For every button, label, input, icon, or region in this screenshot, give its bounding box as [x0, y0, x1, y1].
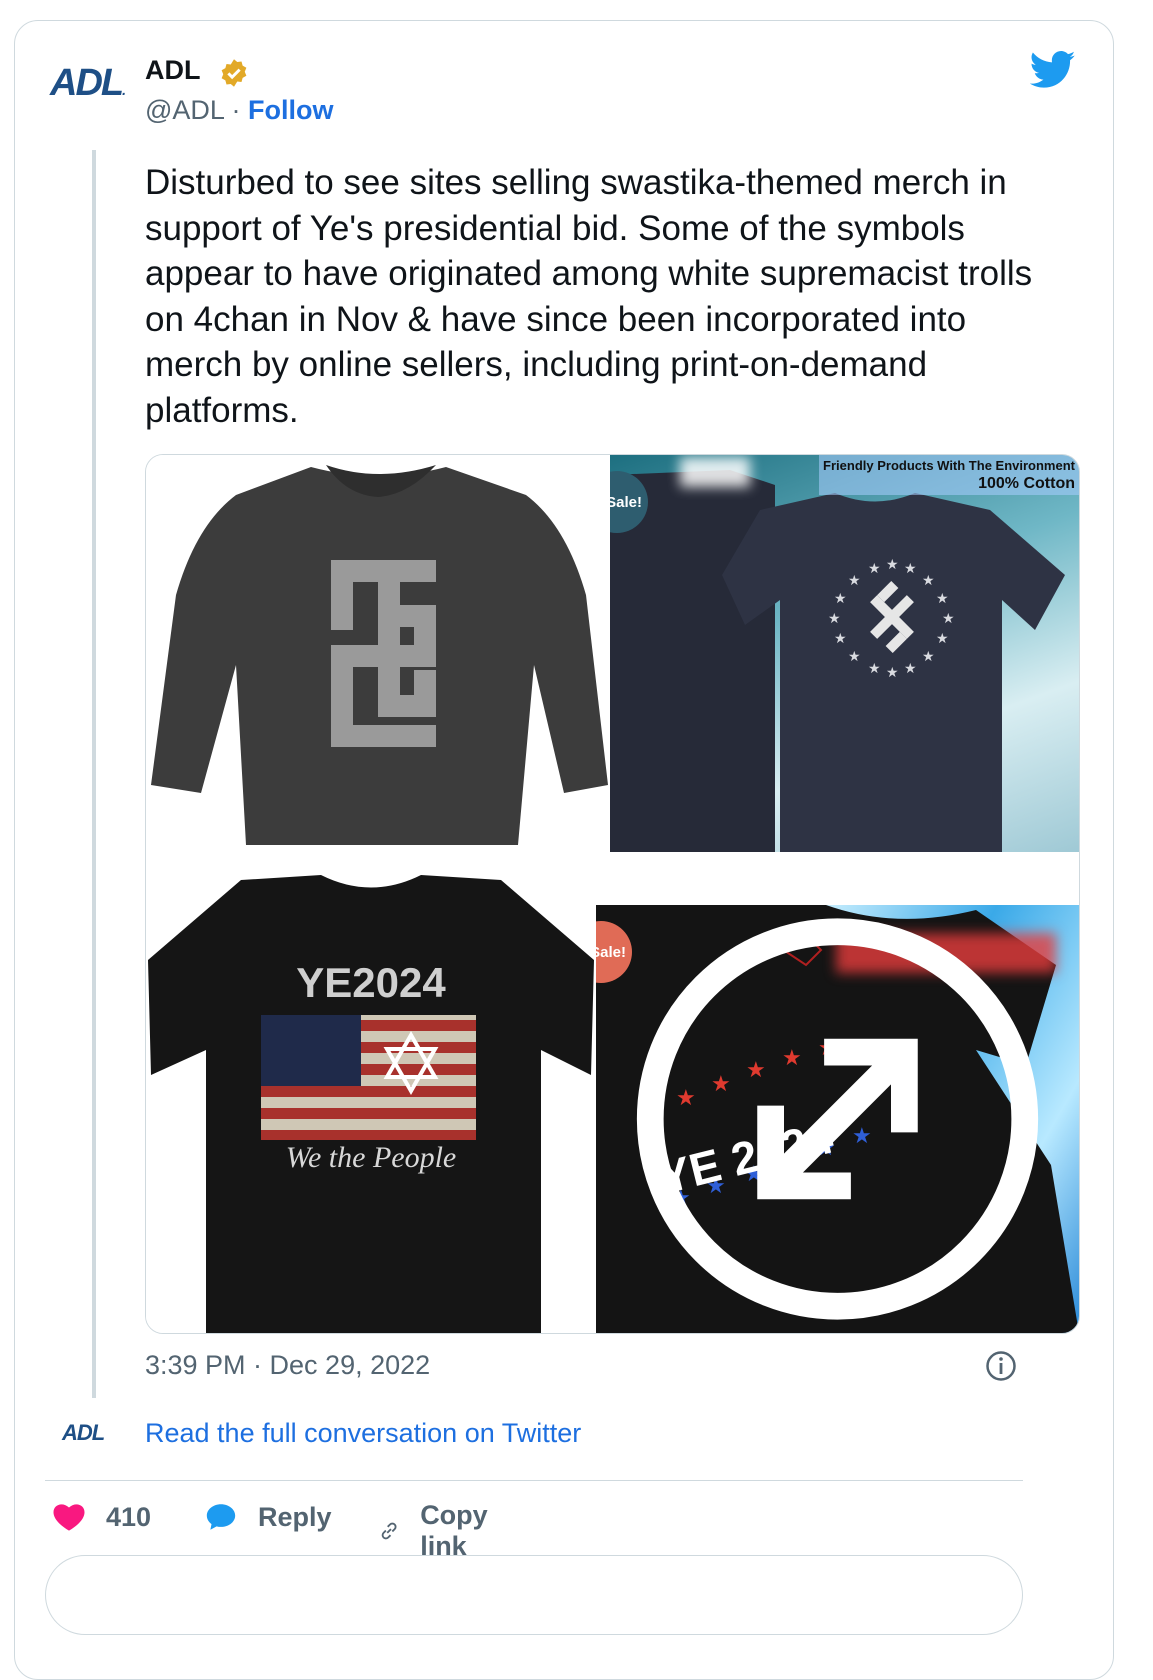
verified-badge-icon: [221, 59, 247, 87]
info-icon[interactable]: [985, 1350, 1017, 1382]
author-handle[interactable]: @ADL: [145, 95, 224, 125]
svg-text:★: ★: [868, 661, 881, 677]
svg-text:★: ★: [922, 649, 935, 665]
like-button[interactable]: 410: [52, 1500, 151, 1534]
author-name[interactable]: ADL: [145, 55, 201, 86]
svg-text:★: ★: [868, 561, 881, 577]
blurred-logo: [680, 457, 750, 487]
svg-text:★: ★: [848, 573, 861, 589]
svg-text:★: ★: [922, 573, 935, 589]
read-conversation-link[interactable]: Read the full conversation on Twitter: [145, 1418, 581, 1449]
banner-line-2: 100% Cotton: [978, 475, 1075, 492]
media-image-black-tshirt-ye[interactable]: ★★★ ★★★ ★★★ ★★★ YE 2024 Sale!: [596, 905, 1079, 1333]
divider: [45, 1480, 1023, 1481]
reply-label: Reply: [258, 1501, 332, 1532]
media-image-navy-tshirt-stars[interactable]: ★ ★ ★ ★ ★ ★ ★ ★ ★ ★ ★ ★ ★ ★ ★ ★ Friendly Products…: [610, 455, 1079, 852]
thread-line: [92, 150, 96, 1398]
author-avatar[interactable]: ADL.: [50, 62, 140, 122]
heart-icon: [53, 1504, 85, 1531]
svg-text:★: ★: [904, 561, 917, 577]
adl-small-logo: ADL: [62, 1420, 105, 1445]
media-image-black-tshirt-flag[interactable]: YE2024 We the People: [146, 875, 596, 1333]
svg-text:★: ★: [936, 591, 949, 607]
product-banner: Friendly Products With The Environment 1…: [819, 455, 1079, 495]
black-tshirt-flag-graphic: YE2024 We the People: [148, 875, 594, 1333]
twitter-bird-icon[interactable]: [1030, 50, 1076, 90]
print-title: YE2024: [296, 959, 446, 1006]
separator: ·: [231, 95, 241, 125]
svg-text:★: ★: [936, 631, 949, 647]
reply-bubble-icon: [206, 1504, 236, 1530]
reply-button[interactable]: Reply: [204, 1500, 332, 1534]
tweet-text: Disturbed to see sites selling swastika-…: [145, 163, 1033, 430]
long-sleeve-shirt-graphic: [151, 465, 608, 845]
expand-icon[interactable]: [596, 905, 1079, 1333]
banner-line-1: Friendly Products With The Environment: [823, 458, 1075, 473]
avatar-text: ADL: [50, 62, 124, 104]
navy-tshirt-graphic: ★ ★ ★ ★ ★ ★ ★ ★ ★ ★ ★ ★ ★ ★ ★ ★: [610, 470, 1065, 852]
media-image-long-sleeve-shirt[interactable]: [146, 455, 610, 855]
copy-link-label: Copy link: [420, 1500, 488, 1561]
media-grid: ★ ★ ★ ★ ★ ★ ★ ★ ★ ★ ★ ★ ★ ★ ★ ★ Friendly Products…: [145, 454, 1080, 1334]
svg-text:★: ★: [834, 591, 847, 607]
svg-text:★: ★: [886, 557, 899, 573]
svg-text:★: ★: [834, 631, 847, 647]
copy-link-button[interactable]: Copy link: [378, 1500, 500, 1562]
svg-text:★: ★: [942, 611, 955, 627]
svg-text:★: ★: [904, 661, 917, 677]
like-count: 410: [106, 1501, 152, 1532]
follow-button[interactable]: Follow: [248, 95, 333, 125]
svg-text:★: ★: [848, 649, 861, 665]
bottom-pill-button[interactable]: [45, 1555, 1023, 1635]
link-icon: [381, 1522, 397, 1540]
tweet-timestamp[interactable]: 3:39 PM · Dec 29, 2022: [145, 1350, 430, 1381]
print-subtitle: We the People: [286, 1141, 457, 1174]
author-handle-row: @ADL · Follow: [145, 95, 333, 126]
svg-text:★: ★: [828, 611, 841, 627]
svg-text:★: ★: [886, 665, 899, 681]
